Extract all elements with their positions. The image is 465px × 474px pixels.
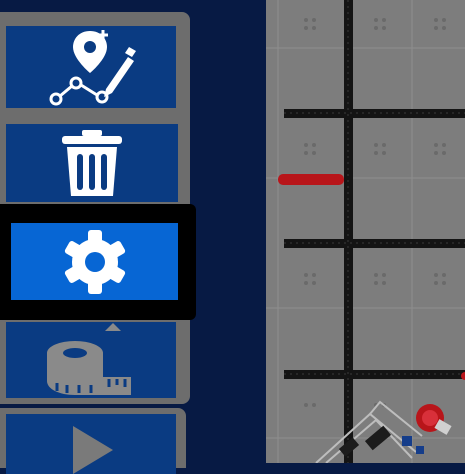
field-map (266, 0, 465, 463)
add-waypoint-path-button[interactable] (6, 26, 176, 108)
gear-icon (62, 229, 128, 295)
trash-icon (60, 130, 124, 196)
delete-button[interactable] (6, 124, 178, 202)
field-view (266, 0, 465, 463)
path-edit-icon (46, 27, 136, 107)
settings-button[interactable] (11, 223, 178, 300)
tape-measure-icon (45, 323, 137, 397)
run-button[interactable] (6, 414, 176, 474)
red-goal-marker (278, 174, 344, 185)
measure-button[interactable] (6, 322, 176, 398)
play-icon (61, 422, 121, 474)
